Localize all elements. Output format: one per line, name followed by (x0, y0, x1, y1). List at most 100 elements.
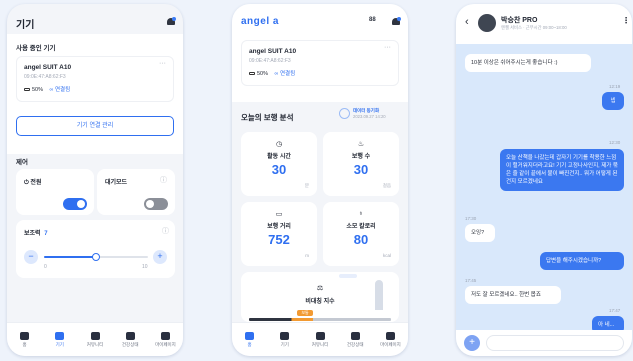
nav-mypage[interactable]: 마이페이지 (148, 323, 183, 356)
more-options-icon[interactable]: ··· (159, 60, 166, 67)
connection-status: 연결됨 (55, 87, 71, 93)
decrease-button[interactable]: − (24, 250, 38, 264)
standby-label: 대기모드 (105, 180, 128, 186)
asymmetry-card[interactable]: ⚖ 비대칭 지수 보통 (241, 272, 399, 322)
section-in-use-title: 사용 중인 기기 (16, 45, 56, 52)
page-title: 기기 (16, 20, 35, 31)
device-card[interactable]: angel SUIT A10 ··· 09:0E:47:A8:62:F3 50%… (241, 40, 399, 86)
notification-bell-icon[interactable] (167, 17, 176, 27)
nav-label: 건강상태 (121, 341, 139, 347)
device-card[interactable]: angel SUIT A10 ··· 09:0E:47:A8:62:F3 50%… (16, 56, 174, 102)
link-icon: ∞ (274, 71, 279, 77)
nav-device[interactable]: 기기 (42, 323, 77, 356)
sync-icon[interactable] (339, 108, 350, 119)
stat-label: 보행 수 (351, 154, 371, 160)
nav-label: 홈 (22, 341, 27, 347)
user-icon (385, 331, 395, 340)
slider-min-label: 0 (44, 264, 47, 270)
community-icon (90, 331, 100, 340)
device-icon (280, 331, 290, 340)
grid-icon[interactable]: 88 (369, 17, 376, 23)
standby-toggle[interactable] (144, 198, 168, 210)
message-time: 17:47 (609, 308, 621, 313)
nav-community[interactable]: 커뮤니티 (77, 323, 112, 356)
clock-icon: ◷ (275, 141, 283, 148)
message-bubble-incoming: 오잉? (465, 224, 495, 242)
home-icon (245, 331, 255, 340)
device-status-row: 50% ∞ 연결됨 (249, 69, 295, 77)
nav-label: 기기 (280, 341, 289, 347)
section-control-title: 제어 (16, 159, 28, 166)
walking-figure-icon (375, 280, 383, 310)
device-screen: 기기 사용 중인 기기 angel SUIT A10 ··· 09:0E:47:… (7, 4, 183, 356)
slider-max-label: 10 (142, 264, 148, 270)
manage-devices-button[interactable]: 기기 연결 관리 (16, 116, 174, 136)
nav-label: 커뮤니티 (311, 341, 329, 347)
user-icon (160, 331, 170, 340)
nav-community[interactable]: 커뮤니티 (302, 323, 337, 356)
assist-slider-handle[interactable] (92, 253, 100, 261)
power-icon: ⏻ (24, 180, 29, 186)
home-icon (20, 331, 30, 340)
chart-marker (339, 274, 357, 278)
assist-label: 보조력 (24, 231, 41, 237)
notification-bell-icon[interactable] (392, 17, 401, 27)
more-vertical-icon[interactable]: ⋮ (622, 16, 630, 25)
stat-value: 752 (268, 232, 290, 247)
nav-mypage[interactable]: 마이페이지 (373, 323, 408, 356)
message-input[interactable] (486, 335, 624, 351)
nav-home[interactable]: 홈 (232, 323, 267, 356)
nav-home[interactable]: 홈 (7, 323, 42, 356)
stat-value: 30 (353, 162, 369, 177)
assist-value: 7 (44, 231, 48, 237)
ruler-icon: ▭ (275, 211, 283, 218)
message-bubble-incoming: 저도 잘 모르겠네요.. 한번 봅죠 (465, 286, 561, 304)
assist-slider-track[interactable] (44, 253, 148, 261)
battery-level: 50% (257, 71, 269, 77)
device-id: 09:0E:47:A8:62:F3 (249, 58, 291, 64)
health-icon (350, 331, 360, 340)
battery-level: 50% (32, 87, 44, 93)
stat-card-steps: ♨ 보행 수 30 걸음 (323, 132, 399, 196)
battery-icon (24, 88, 30, 92)
power-toggle[interactable] (63, 198, 87, 210)
chat-input-bar: + (456, 330, 632, 356)
health-icon (125, 331, 135, 340)
contact-name: 박승찬 PRO (501, 17, 538, 24)
back-arrow-icon[interactable]: ‹ (465, 16, 469, 28)
message-time: 17:30 (465, 216, 477, 221)
assist-slider-fill (44, 256, 96, 258)
section-title: 오늘의 보행 분석 (241, 113, 294, 122)
message-bubble-incoming: 10분 이상은 쉬어주시는게 좋습니다 :) (465, 54, 591, 72)
stat-card-distance: ▭ 보행 거리 752 m (241, 202, 317, 266)
message-time: 17:45 (465, 278, 477, 283)
message-bubble-outgoing: 오늘 산책을 나갔는데 갑자기 기기를 착용한 느낌이 헐거워지더라고요! 기기… (500, 149, 624, 191)
footprint-icon: ♨ (357, 141, 365, 148)
more-options-icon[interactable]: ··· (384, 44, 391, 51)
nav-label: 홈 (247, 341, 252, 347)
stat-unit: m (305, 253, 309, 258)
assist-title-row: 보조력 7 (24, 228, 48, 237)
info-icon[interactable]: ⓘ (160, 175, 167, 185)
power-title-row: ⏻ 전원 (24, 177, 41, 187)
stat-card-activity: ◷ 활동 시간 30 분 (241, 132, 317, 196)
power-label: 전원 (30, 180, 42, 186)
stat-unit: kcal (382, 253, 391, 258)
link-icon: ∞ (49, 87, 54, 93)
stat-label: 활동 시간 (267, 154, 291, 160)
increase-button[interactable]: + (153, 250, 167, 264)
nav-health[interactable]: 건강상태 (113, 323, 148, 356)
nav-health[interactable]: 건강상태 (338, 323, 373, 356)
stat-unit: 분 (304, 183, 309, 188)
contact-subtitle: 엔젤 서비스 · 근무시간 09:00~18:00 (501, 25, 567, 30)
nav-device[interactable]: 기기 (267, 323, 302, 356)
stat-value: 80 (353, 232, 369, 247)
nav-label: 건강상태 (346, 341, 364, 347)
message-bubble-outgoing: 답변을 해주시겠습니까? (540, 252, 624, 270)
chat-screen: ‹ 박승찬 PRO 엔젤 서비스 · 근무시간 09:00~18:00 ⋮ 10… (456, 4, 632, 356)
info-icon[interactable]: ⓘ (162, 226, 169, 236)
device-section: 사용 중인 기기 angel SUIT A10 ··· 09:0E:47:A8:… (7, 34, 183, 154)
attach-plus-button[interactable]: + (464, 335, 480, 351)
nav-label: 커뮤니티 (86, 341, 104, 347)
stat-value: 30 (271, 162, 287, 177)
